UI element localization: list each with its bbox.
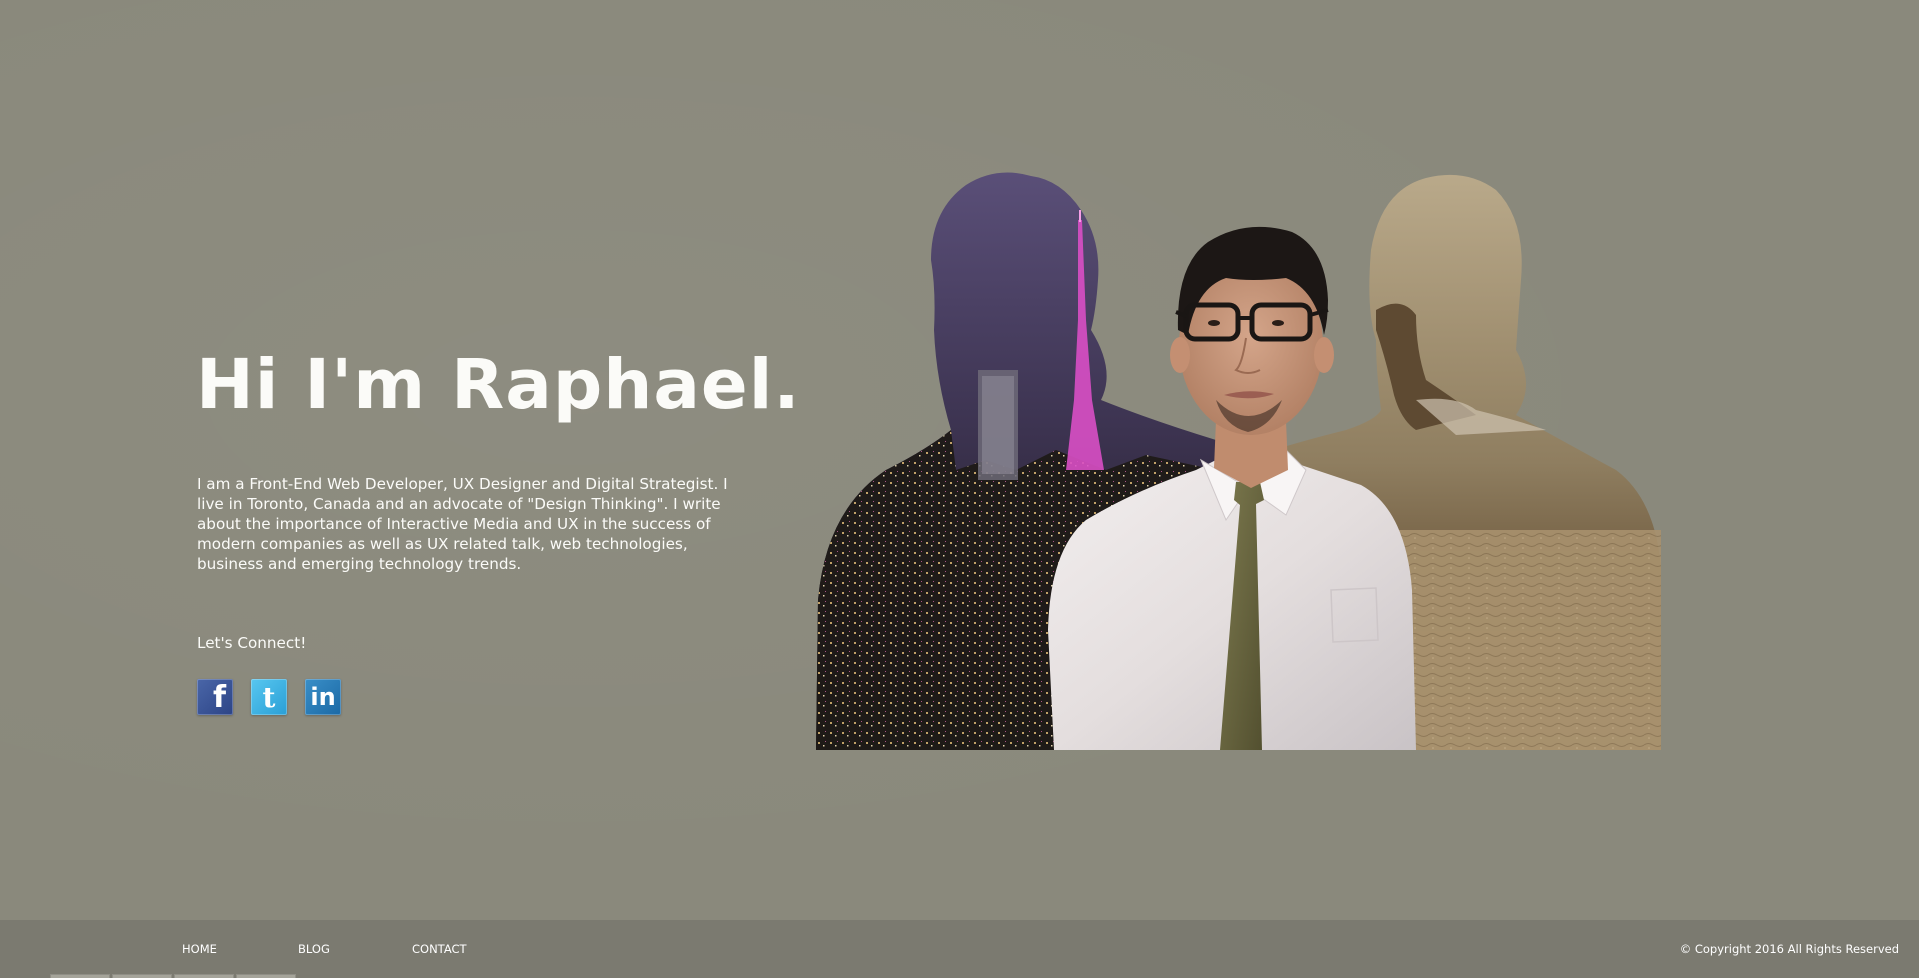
hero-illustration xyxy=(816,170,1820,750)
footer: HOME BLOG CONTACT © Copyright 2016 All R… xyxy=(0,920,1919,978)
facebook-icon[interactable]: f xyxy=(197,679,233,715)
linkedin-icon[interactable]: in xyxy=(305,679,341,715)
footer-nav: HOME BLOG CONTACT xyxy=(182,942,472,956)
tab-placeholder[interactable] xyxy=(174,974,234,978)
nav-blog-link[interactable]: BLOG xyxy=(298,942,412,956)
nav-home-link[interactable]: HOME xyxy=(182,942,298,956)
tab-placeholder[interactable] xyxy=(112,974,172,978)
nav-contact-link[interactable]: CONTACT xyxy=(412,942,472,956)
twitter-icon[interactable]: t xyxy=(251,679,287,715)
page-background: Hi I'm Raphael. I am a Front-End Web Dev… xyxy=(0,0,1919,978)
tab-placeholder[interactable] xyxy=(50,974,110,978)
copyright-text: © Copyright 2016 All Rights Reserved xyxy=(1679,942,1899,956)
hero-title: Hi I'm Raphael. xyxy=(196,345,801,425)
social-links: f t in xyxy=(197,679,341,715)
connect-label: Let's Connect! xyxy=(197,634,307,652)
tab-placeholder[interactable] xyxy=(236,974,296,978)
hero-intro-text: I am a Front-End Web Developer, UX Desig… xyxy=(197,475,728,573)
bottom-tab-strip xyxy=(50,974,296,978)
